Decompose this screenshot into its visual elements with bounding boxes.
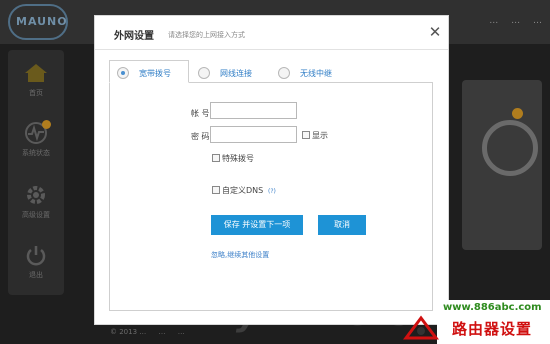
help-icon[interactable]: (?) <box>268 188 276 195</box>
brand-text: MAUNO <box>16 15 68 28</box>
sidebar-item-label: 系统状态 <box>22 149 50 157</box>
footer-text: © 2013 … <box>110 328 147 336</box>
top-links: … … … <box>479 16 542 26</box>
notification-badge <box>42 120 51 129</box>
sidebar-item-label: 首页 <box>29 89 43 97</box>
tab-label: 网线连接 <box>220 69 252 78</box>
radio-icon[interactable] <box>198 67 210 79</box>
dialog-header: 外网设置 请选择您的上网接入方式 ✕ <box>95 16 448 50</box>
sidebar-item-status[interactable]: 系统状态 <box>8 112 64 168</box>
password-label: 密 码 <box>191 132 210 141</box>
cancel-button[interactable]: 取消 <box>318 215 366 235</box>
sidebar: 首页 系统状态 高级设置 退出 <box>8 50 64 295</box>
skip-link[interactable]: 忽略,继续其他设置 <box>211 250 269 260</box>
site-url: www.886abc.com <box>443 302 542 313</box>
brand-logo: MAUNO <box>8 4 68 40</box>
tab-label: 宽带拨号 <box>139 69 171 78</box>
sidebar-item-label: 退出 <box>29 271 43 279</box>
footer-link[interactable]: … <box>159 328 166 336</box>
dialog-title: 外网设置 <box>114 31 154 42</box>
close-icon[interactable]: ✕ <box>427 23 443 41</box>
top-link[interactable]: … <box>533 16 542 26</box>
top-link[interactable]: … <box>489 16 498 26</box>
tab-label: 无线中继 <box>300 69 332 78</box>
tab-wireless-relay[interactable]: 无线中继 <box>278 65 368 83</box>
tab-cable[interactable]: 网线连接 <box>198 65 278 83</box>
router-logo-icon <box>403 315 439 340</box>
radio-selected-icon[interactable] <box>117 67 129 79</box>
screen: MAUNO … … … 首页 系统状态 高级设置 退出 © 2013 … … …… <box>0 0 550 344</box>
password-input[interactable] <box>210 126 297 143</box>
gear-icon <box>27 186 45 204</box>
show-password-checkbox[interactable] <box>302 131 310 139</box>
device-card <box>462 80 542 250</box>
save-next-button[interactable]: 保存 并设置下一项 <box>211 215 303 235</box>
tab-panel: 帐 号 密 码 显示 特殊拨号 自定义DNS (?) 保存 并设置下一项 取消 … <box>109 82 433 311</box>
notification-badge <box>512 108 523 119</box>
sidebar-item-logout[interactable]: 退出 <box>8 234 64 290</box>
sidebar-item-home[interactable]: 首页 <box>8 52 64 108</box>
account-label: 帐 号 <box>191 109 210 118</box>
sidebar-item-label: 高级设置 <box>22 211 50 219</box>
special-dial-label: 特殊拨号 <box>222 154 254 163</box>
account-input[interactable] <box>210 102 297 119</box>
home-icon <box>25 64 47 82</box>
footer-link[interactable]: … <box>178 328 185 336</box>
custom-dns-checkbox[interactable] <box>212 186 220 194</box>
show-password-label: 显示 <box>312 131 328 140</box>
dialog-subtitle: 请选择您的上网接入方式 <box>168 31 245 39</box>
custom-dns-label: 自定义DNS <box>222 186 264 195</box>
tab-pppoe[interactable]: 宽带拨号 <box>117 65 187 83</box>
router-ring <box>482 120 538 176</box>
wan-settings-dialog: 外网设置 请选择您的上网接入方式 ✕ 帐 号 密 码 显示 特殊拨号 自定义DN… <box>94 15 449 325</box>
sidebar-item-settings[interactable]: 高级设置 <box>8 174 64 230</box>
radio-icon[interactable] <box>278 67 290 79</box>
site-name: 路由器设置 <box>452 320 533 338</box>
special-dial-checkbox[interactable] <box>212 154 220 162</box>
power-icon <box>26 246 46 266</box>
top-link[interactable]: … <box>511 16 520 26</box>
